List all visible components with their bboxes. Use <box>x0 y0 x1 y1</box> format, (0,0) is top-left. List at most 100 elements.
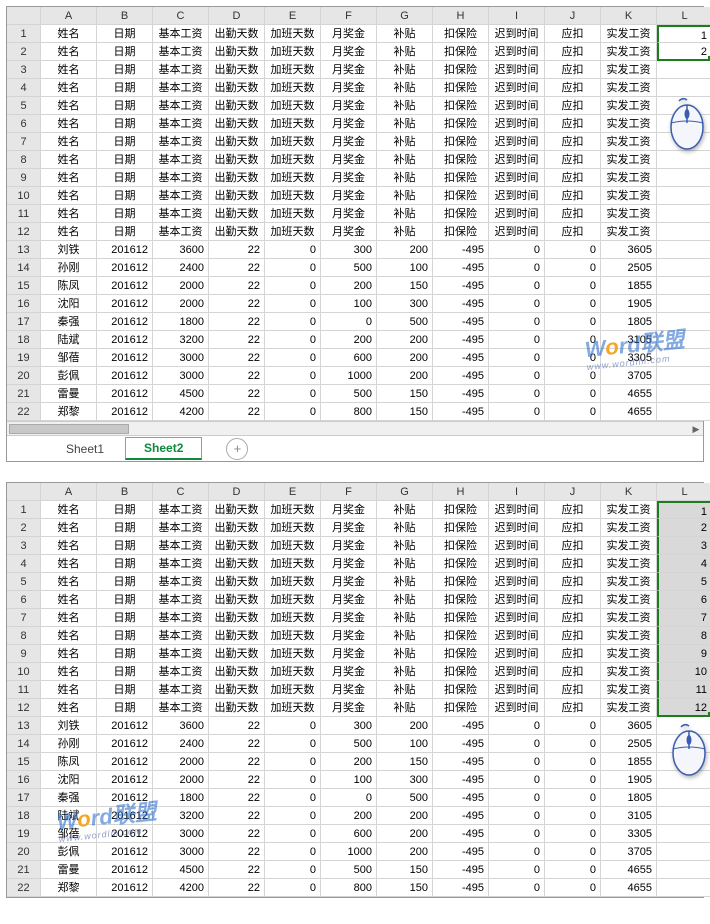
cell[interactable]: 刘铁 <box>41 717 97 735</box>
cell[interactable]: 日期 <box>97 97 153 115</box>
cell[interactable]: 0 <box>265 367 321 385</box>
cell[interactable]: 扣保险 <box>433 519 489 537</box>
cell-L[interactable] <box>657 79 710 97</box>
cell[interactable]: 0 <box>489 349 545 367</box>
cell[interactable]: 1000 <box>321 843 377 861</box>
cell-L[interactable]: 11 <box>657 681 710 699</box>
cell[interactable]: 姓名 <box>41 681 97 699</box>
cell[interactable]: 0 <box>545 825 601 843</box>
cell[interactable]: 0 <box>265 735 321 753</box>
cell[interactable]: 迟到时间 <box>489 133 545 151</box>
cell[interactable]: 基本工资 <box>153 699 209 717</box>
cell[interactable]: 日期 <box>97 169 153 187</box>
select-all-corner[interactable] <box>7 7 41 25</box>
row-header[interactable]: 7 <box>7 133 41 151</box>
cell[interactable]: 基本工资 <box>153 591 209 609</box>
cell[interactable]: 迟到时间 <box>489 681 545 699</box>
select-all-corner[interactable] <box>7 483 41 501</box>
cell[interactable]: 姓名 <box>41 25 97 43</box>
cell[interactable]: 姓名 <box>41 97 97 115</box>
cell[interactable]: 200 <box>321 277 377 295</box>
cell[interactable]: 201612 <box>97 277 153 295</box>
cell[interactable]: 基本工资 <box>153 681 209 699</box>
cell[interactable]: 出勤天数 <box>209 501 265 519</box>
cell[interactable]: 4655 <box>601 385 657 403</box>
cell[interactable]: 22 <box>209 313 265 331</box>
cell[interactable]: 迟到时间 <box>489 609 545 627</box>
cell[interactable]: 201612 <box>97 349 153 367</box>
cell[interactable]: 基本工资 <box>153 501 209 519</box>
cell[interactable]: 扣保险 <box>433 501 489 519</box>
cell[interactable]: 基本工资 <box>153 169 209 187</box>
cell[interactable]: 0 <box>489 367 545 385</box>
cell[interactable]: -495 <box>433 295 489 313</box>
cell[interactable]: 月奖金 <box>321 681 377 699</box>
cell[interactable]: 加班天数 <box>265 591 321 609</box>
cell-L[interactable] <box>657 825 710 843</box>
cell[interactable]: -495 <box>433 313 489 331</box>
row-header[interactable]: 11 <box>7 205 41 223</box>
cell[interactable]: 月奖金 <box>321 501 377 519</box>
cell-L[interactable] <box>657 223 710 241</box>
cell[interactable]: 姓名 <box>41 663 97 681</box>
cell[interactable]: 加班天数 <box>265 501 321 519</box>
cell[interactable]: 200 <box>377 717 433 735</box>
cell[interactable]: 扣保险 <box>433 61 489 79</box>
cell[interactable]: 实发工资 <box>601 151 657 169</box>
cell[interactable]: 基本工资 <box>153 555 209 573</box>
cell[interactable]: 补贴 <box>377 537 433 555</box>
cell[interactable]: 0 <box>265 825 321 843</box>
column-header[interactable]: I <box>489 483 545 501</box>
tab-sheet1[interactable]: Sheet1 <box>47 438 123 460</box>
row-header[interactable]: 8 <box>7 627 41 645</box>
cell[interactable]: 加班天数 <box>265 133 321 151</box>
cell[interactable]: 迟到时间 <box>489 645 545 663</box>
cell[interactable]: 应扣 <box>545 609 601 627</box>
row-header[interactable]: 13 <box>7 717 41 735</box>
cell[interactable]: 出勤天数 <box>209 223 265 241</box>
cell-L[interactable]: 3 <box>657 537 710 555</box>
cell[interactable]: 补贴 <box>377 609 433 627</box>
cell[interactable]: 0 <box>489 753 545 771</box>
cell[interactable]: 出勤天数 <box>209 43 265 61</box>
cell[interactable]: 4655 <box>601 403 657 421</box>
column-header[interactable]: L <box>657 483 710 501</box>
cell[interactable]: 实发工资 <box>601 645 657 663</box>
cell[interactable]: 应扣 <box>545 627 601 645</box>
cell[interactable]: 应扣 <box>545 25 601 43</box>
row-header[interactable]: 7 <box>7 609 41 627</box>
cell[interactable]: 300 <box>321 241 377 259</box>
cell[interactable]: 补贴 <box>377 61 433 79</box>
cell[interactable]: 日期 <box>97 519 153 537</box>
cell[interactable]: 加班天数 <box>265 25 321 43</box>
cell[interactable]: 0 <box>489 735 545 753</box>
column-header[interactable]: H <box>433 483 489 501</box>
cell[interactable]: 4655 <box>601 861 657 879</box>
cell[interactable]: 沈阳 <box>41 295 97 313</box>
cell[interactable]: 月奖金 <box>321 169 377 187</box>
cell[interactable]: 基本工资 <box>153 573 209 591</box>
cell[interactable]: 补贴 <box>377 187 433 205</box>
cell[interactable]: 实发工资 <box>601 537 657 555</box>
cell[interactable]: 月奖金 <box>321 187 377 205</box>
row-header[interactable]: 17 <box>7 313 41 331</box>
column-header[interactable]: D <box>209 7 265 25</box>
cell[interactable]: 基本工资 <box>153 645 209 663</box>
cell[interactable]: 扣保险 <box>433 115 489 133</box>
cell[interactable]: 补贴 <box>377 519 433 537</box>
cell[interactable]: 3105 <box>601 807 657 825</box>
cell[interactable]: 0 <box>489 861 545 879</box>
cell[interactable]: 22 <box>209 753 265 771</box>
cell[interactable]: 0 <box>265 313 321 331</box>
cell[interactable]: 0 <box>545 241 601 259</box>
cell[interactable]: 扣保险 <box>433 43 489 61</box>
cell[interactable]: 应扣 <box>545 663 601 681</box>
cell[interactable]: 加班天数 <box>265 205 321 223</box>
cell[interactable]: 0 <box>489 717 545 735</box>
cell[interactable]: 迟到时间 <box>489 223 545 241</box>
cell[interactable]: 22 <box>209 241 265 259</box>
cell[interactable]: 姓名 <box>41 115 97 133</box>
cell[interactable]: 姓名 <box>41 699 97 717</box>
cell[interactable]: 刘铁 <box>41 241 97 259</box>
column-header[interactable]: J <box>545 483 601 501</box>
